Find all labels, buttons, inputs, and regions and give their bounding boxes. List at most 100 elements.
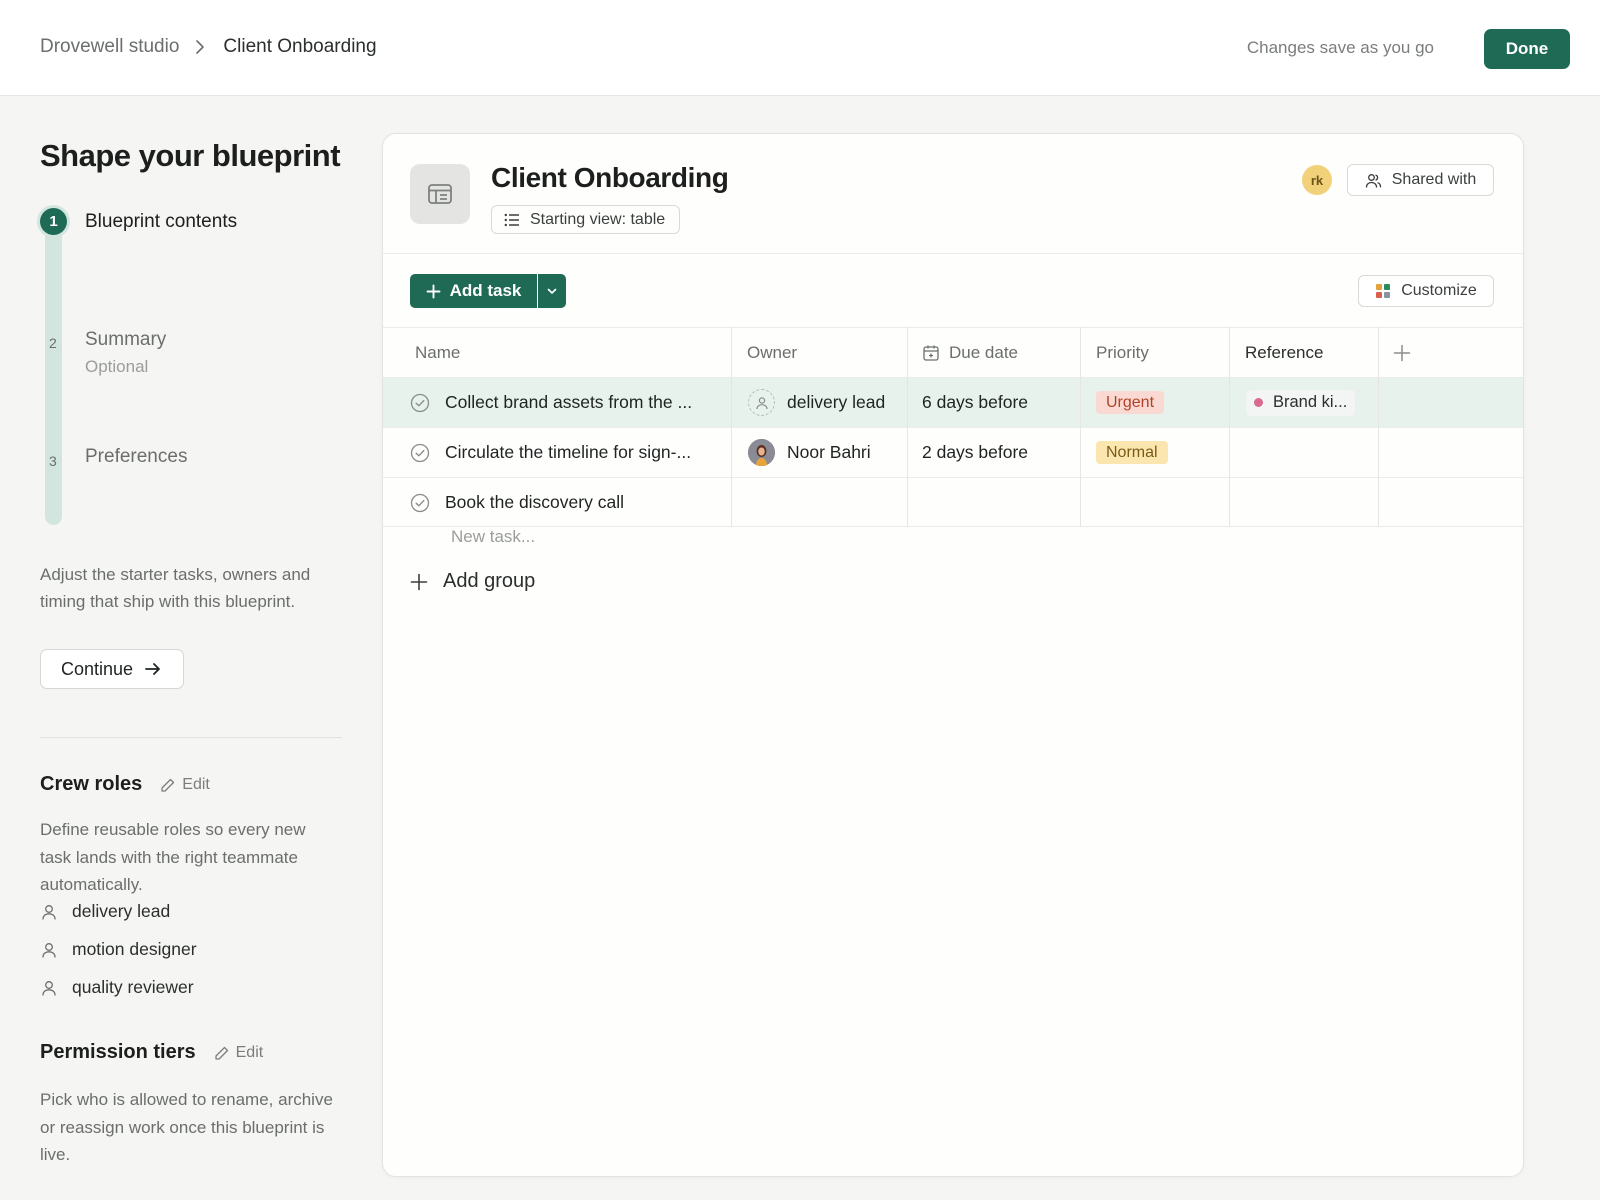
column-divider	[731, 327, 732, 527]
complete-check-icon[interactable]	[410, 443, 430, 463]
due-date-cell[interactable]	[907, 478, 1080, 527]
complete-check-icon[interactable]	[410, 493, 430, 513]
column-header-name[interactable]: Name	[415, 328, 460, 377]
column-header-owner[interactable]: Owner	[747, 328, 797, 377]
column-header-due-date[interactable]: Due date	[922, 328, 1018, 377]
new-task-input[interactable]: New task...	[451, 527, 535, 547]
owner-cell[interactable]: delivery lead	[732, 378, 907, 427]
reference-chip[interactable]: Brand ki...	[1246, 389, 1356, 416]
step-summary[interactable]: Summary	[85, 329, 166, 351]
arrow-right-icon	[145, 663, 160, 675]
list-icon	[504, 213, 519, 226]
sidebar-description: Adjust the starter tasks, owners and tim…	[40, 565, 311, 611]
reference-cell[interactable]: Brand ki...	[1230, 378, 1356, 427]
plus-icon	[1393, 344, 1411, 361]
due-date-cell[interactable]: 6 days before	[922, 378, 1028, 427]
column-divider	[1080, 327, 1081, 527]
role-label: delivery lead	[72, 901, 171, 921]
step-2-number: 2	[49, 335, 57, 351]
breadcrumb-current: Client Onboarding	[223, 36, 377, 57]
due-date-header-label: Due date	[949, 342, 1018, 362]
chevron-down-icon	[547, 288, 557, 294]
done-button[interactable]: Done	[1484, 29, 1570, 69]
table-row[interactable]: Circulate the timeline for sign-... Noor…	[383, 427, 1523, 477]
blueprint-card: Client Onboarding Starting view: table r…	[382, 133, 1524, 1177]
add-column-button[interactable]	[1393, 328, 1411, 377]
priority-badge: Normal	[1096, 441, 1168, 464]
person-icon	[40, 941, 58, 959]
permission-tiers-description: Pick who is allowed to rename, archive o…	[40, 1090, 333, 1164]
task-name-cell[interactable]: Circulate the timeline for sign-...	[383, 428, 731, 477]
table-row[interactable]: Collect brand assets from the ... delive…	[383, 377, 1523, 427]
starting-view-label: Starting view: table	[530, 210, 666, 228]
continue-button[interactable]: Continue	[40, 649, 184, 689]
step-preferences[interactable]: Preferences	[85, 446, 187, 468]
owner-cell[interactable]	[732, 478, 907, 527]
add-task-label: Add task	[449, 281, 522, 300]
table-row[interactable]: Book the discovery call	[383, 477, 1523, 527]
reference-cell[interactable]	[1230, 428, 1378, 477]
calendar-icon	[923, 345, 939, 361]
customize-label: Customize	[1401, 282, 1477, 299]
add-task-button[interactable]: Add task	[410, 274, 537, 308]
customize-button[interactable]: Customize	[1358, 275, 1494, 307]
add-group-label: Add group	[443, 570, 536, 592]
avatar	[748, 439, 775, 466]
plus-icon	[426, 284, 441, 298]
task-name: Book the discovery call	[445, 492, 624, 512]
blueprint-title: Client Onboarding	[491, 162, 729, 193]
step-blueprint-contents[interactable]: Blueprint contents	[85, 211, 237, 233]
shared-with-button[interactable]: Shared with	[1347, 164, 1494, 196]
step-summary-optional: Optional	[85, 357, 149, 376]
top-bar: Drovewell studio Client Onboarding Chang…	[0, 0, 1600, 96]
permission-tiers-edit-button[interactable]: Edit	[214, 1044, 263, 1062]
people-icon	[1365, 173, 1381, 188]
role-item: motion designer	[40, 939, 197, 960]
chevron-right-icon	[189, 36, 211, 58]
column-divider	[1229, 327, 1230, 527]
priority-cell[interactable]	[1081, 478, 1229, 527]
reference-cell[interactable]	[1230, 478, 1378, 527]
crew-roles-title: Crew roles	[40, 773, 143, 795]
crew-roles-header: Crew roles Edit	[40, 773, 210, 796]
crew-roles-edit-button[interactable]: Edit	[160, 776, 210, 794]
add-group-button[interactable]: Add group	[410, 570, 535, 593]
task-name-cell[interactable]: Collect brand assets from the ...	[383, 378, 731, 427]
pencil-icon	[214, 1046, 228, 1060]
owner-name: Noor Bahri	[787, 442, 871, 462]
card-divider	[383, 253, 1523, 254]
owner-cell[interactable]: Noor Bahri	[732, 428, 907, 477]
column-header-reference[interactable]: Reference	[1245, 328, 1323, 377]
breadcrumb: Drovewell studio Client Onboarding	[40, 36, 377, 58]
reference-dot	[1254, 398, 1263, 407]
priority-cell[interactable]: Urgent	[1081, 378, 1165, 427]
permission-tiers-header: Permission tiers Edit	[40, 1041, 263, 1064]
task-name: Circulate the timeline for sign-...	[445, 442, 692, 462]
save-status-text: Changes save as you go	[1246, 38, 1434, 57]
column-divider	[1378, 327, 1379, 527]
step-1-indicator: 1	[40, 208, 67, 235]
priority-badge: Urgent	[1096, 391, 1165, 414]
due-date-cell[interactable]: 2 days before	[922, 428, 1028, 477]
role-item: delivery lead	[40, 901, 170, 922]
reference-label: Brand ki...	[1273, 393, 1348, 411]
role-item: quality reviewer	[40, 977, 194, 998]
priority-cell[interactable]: Normal	[1081, 428, 1168, 477]
add-task-dropdown-button[interactable]	[538, 274, 566, 308]
person-icon	[40, 903, 58, 921]
column-divider	[907, 327, 908, 527]
column-header-priority[interactable]: Priority	[1096, 328, 1149, 377]
starting-view-selector[interactable]: Starting view: table	[491, 205, 681, 234]
avatar[interactable]: rk	[1302, 165, 1332, 195]
grid-icon	[1376, 284, 1391, 298]
blueprint-table-icon	[410, 164, 470, 224]
pencil-icon	[161, 778, 175, 792]
complete-check-icon[interactable]	[410, 393, 430, 413]
continue-label: Continue	[60, 658, 134, 679]
task-name-cell[interactable]: Book the discovery call	[383, 478, 731, 527]
role-label: motion designer	[72, 939, 197, 959]
role-avatar-icon	[748, 389, 775, 416]
breadcrumb-workspace[interactable]: Drovewell studio	[40, 36, 179, 58]
shared-with-label: Shared with	[1391, 171, 1477, 188]
stepper-track	[45, 225, 62, 525]
